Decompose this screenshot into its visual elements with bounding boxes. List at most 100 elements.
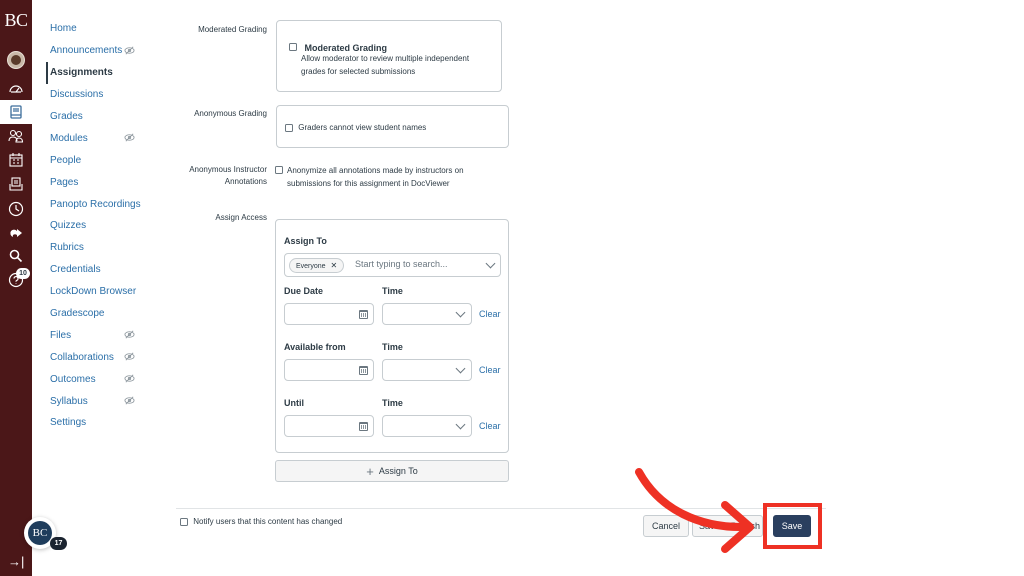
- course-nav-item-settings[interactable]: Settings: [46, 412, 156, 434]
- course-nav-item-files[interactable]: Files: [46, 324, 156, 346]
- course-nav-item-collaborations[interactable]: Collaborations: [46, 346, 156, 368]
- nav-inbox[interactable]: [0, 172, 32, 196]
- course-nav-label: Credentials: [50, 264, 101, 276]
- nav-dashboard[interactable]: [0, 76, 32, 100]
- course-nav-item-modules[interactable]: Modules: [46, 127, 156, 149]
- until-label: Until: [284, 398, 304, 408]
- course-nav-item-discussions[interactable]: Discussions: [46, 84, 156, 106]
- course-nav-label: Discussions: [50, 89, 104, 101]
- course-nav-item-gradescope[interactable]: Gradescope: [46, 303, 156, 325]
- anonymous-annotations-checkbox[interactable]: [275, 166, 283, 174]
- nav-search[interactable]: [0, 244, 32, 268]
- course-nav-label: LockDown Browser: [50, 286, 137, 298]
- anonymous-annotations-label-line2: Annotations: [224, 177, 267, 186]
- course-nav-label: Grades: [50, 111, 83, 122]
- remove-tag-icon[interactable]: ✕: [331, 261, 338, 270]
- notify-option[interactable]: Notify users that this content has chang…: [180, 515, 342, 528]
- course-nav-item-people[interactable]: People: [46, 149, 156, 171]
- available-from-clear-link[interactable]: Clear: [479, 365, 501, 375]
- calendar-icon[interactable]: [359, 310, 368, 319]
- nav-commons[interactable]: [0, 221, 32, 245]
- course-nav-label: Assignments: [50, 67, 113, 79]
- until-input[interactable]: [284, 415, 374, 437]
- course-nav: Home Announcements Assignments Discussions G…: [46, 18, 156, 434]
- nav-account[interactable]: [0, 48, 32, 72]
- floating-avatar-badge: 17: [50, 537, 67, 550]
- course-nav-label: Outcomes: [50, 373, 96, 385]
- course-nav-item-quizzes[interactable]: Quizzes: [46, 215, 156, 237]
- due-date-input[interactable]: [284, 303, 374, 325]
- course-nav-item-lockdown-browser[interactable]: LockDown Browser: [46, 281, 156, 303]
- moderated-grading-checkbox[interactable]: [289, 42, 297, 51]
- due-date-label: Due Date: [284, 286, 324, 296]
- assign-to-tag[interactable]: Everyone ✕: [289, 258, 345, 273]
- course-nav-item-announcements[interactable]: Announcements: [46, 40, 156, 62]
- due-time-select[interactable]: [382, 303, 472, 325]
- global-nav: BC 10 →|: [0, 0, 32, 576]
- chevron-down-icon: [455, 419, 466, 430]
- nav-history[interactable]: [0, 197, 32, 221]
- clock-icon: [8, 201, 24, 217]
- nav-courses[interactable]: [0, 100, 32, 124]
- course-nav-item-home[interactable]: Home: [46, 18, 156, 40]
- save-publish-button[interactable]: Save & Publish: [692, 515, 763, 537]
- share-icon: [10, 229, 22, 237]
- moderated-grading-label: Moderated Grading: [198, 25, 267, 34]
- add-assign-to-label: Assign To: [378, 466, 418, 476]
- dashboard-icon: [9, 85, 23, 93]
- add-assign-to-button[interactable]: + Assign To: [275, 460, 509, 482]
- moderated-grading-description: Allow moderator to review multiple indep…: [301, 54, 470, 76]
- course-nav-item-credentials[interactable]: Credentials: [46, 259, 156, 281]
- assign-to-placeholder: Start typing to search...: [355, 259, 448, 269]
- course-nav-item-pages[interactable]: Pages: [46, 171, 156, 193]
- logo[interactable]: BC: [0, 10, 32, 31]
- anonymous-grading-label: Anonymous Grading: [194, 109, 267, 118]
- course-nav-item-panopto-recordings[interactable]: Panopto Recordings: [46, 193, 156, 215]
- course-nav-label: Home: [50, 23, 77, 35]
- course-nav-label: Gradescope: [50, 308, 105, 320]
- assign-to-input[interactable]: Everyone ✕ Start typing to search...: [284, 253, 501, 277]
- help-badge: 10: [16, 268, 30, 279]
- course-nav-item-rubrics[interactable]: Rubrics: [46, 237, 156, 259]
- avatar-text: BC: [28, 521, 52, 545]
- groups-icon: [8, 129, 24, 143]
- course-nav-label: Rubrics: [50, 242, 84, 254]
- calendar-icon: [9, 153, 23, 167]
- collapse-nav-icon[interactable]: →|: [8, 554, 24, 569]
- eye-hidden-icon: [124, 331, 135, 339]
- save-publish-label: Save & Publish: [698, 521, 760, 531]
- avatar-icon: [7, 51, 25, 69]
- course-nav-label: Announcements: [50, 45, 123, 57]
- course-nav-label: Collaborations: [50, 351, 114, 363]
- until-time-select[interactable]: [382, 415, 472, 437]
- notify-checkbox[interactable]: [180, 517, 188, 526]
- course-nav-item-assignments[interactable]: Assignments: [46, 61, 156, 84]
- footer-divider: [176, 508, 826, 509]
- chevron-down-icon[interactable]: [485, 258, 496, 269]
- anonymous-annotations-label-line1: Anonymous Instructor: [189, 165, 267, 174]
- chevron-down-icon: [455, 307, 466, 318]
- until-clear-link[interactable]: Clear: [479, 421, 501, 431]
- available-time-select[interactable]: [382, 359, 472, 381]
- course-nav-label: Modules: [50, 132, 88, 144]
- nav-groups[interactable]: [0, 124, 32, 148]
- assign-access-label: Assign Access: [215, 213, 267, 222]
- anonymous-annotations-label: Anonymous Instructor Annotations: [172, 164, 267, 188]
- course-nav-item-syllabus[interactable]: Syllabus: [46, 390, 156, 412]
- due-date-clear-link[interactable]: Clear: [479, 309, 501, 319]
- course-nav-item-grades[interactable]: Grades: [46, 106, 156, 128]
- anonymous-annotations-text-line2: submissions for this assignment in DocVi…: [287, 179, 450, 188]
- plus-icon: +: [366, 463, 374, 479]
- nav-calendar[interactable]: [0, 148, 32, 172]
- due-time-label: Time: [382, 286, 403, 296]
- anonymous-grading-checkbox[interactable]: [285, 123, 293, 132]
- calendar-icon[interactable]: [359, 366, 368, 375]
- available-from-input[interactable]: [284, 359, 374, 381]
- cancel-button[interactable]: Cancel: [643, 515, 689, 537]
- course-nav-item-outcomes[interactable]: Outcomes: [46, 368, 156, 390]
- course-nav-label: Settings: [50, 417, 87, 429]
- moderated-grading-box: Moderated Grading Allow moderator to rev…: [276, 20, 502, 92]
- anonymous-grading-option[interactable]: Graders cannot view student names: [285, 121, 426, 134]
- eye-hidden-icon: [124, 396, 135, 405]
- calendar-icon[interactable]: [359, 422, 368, 431]
